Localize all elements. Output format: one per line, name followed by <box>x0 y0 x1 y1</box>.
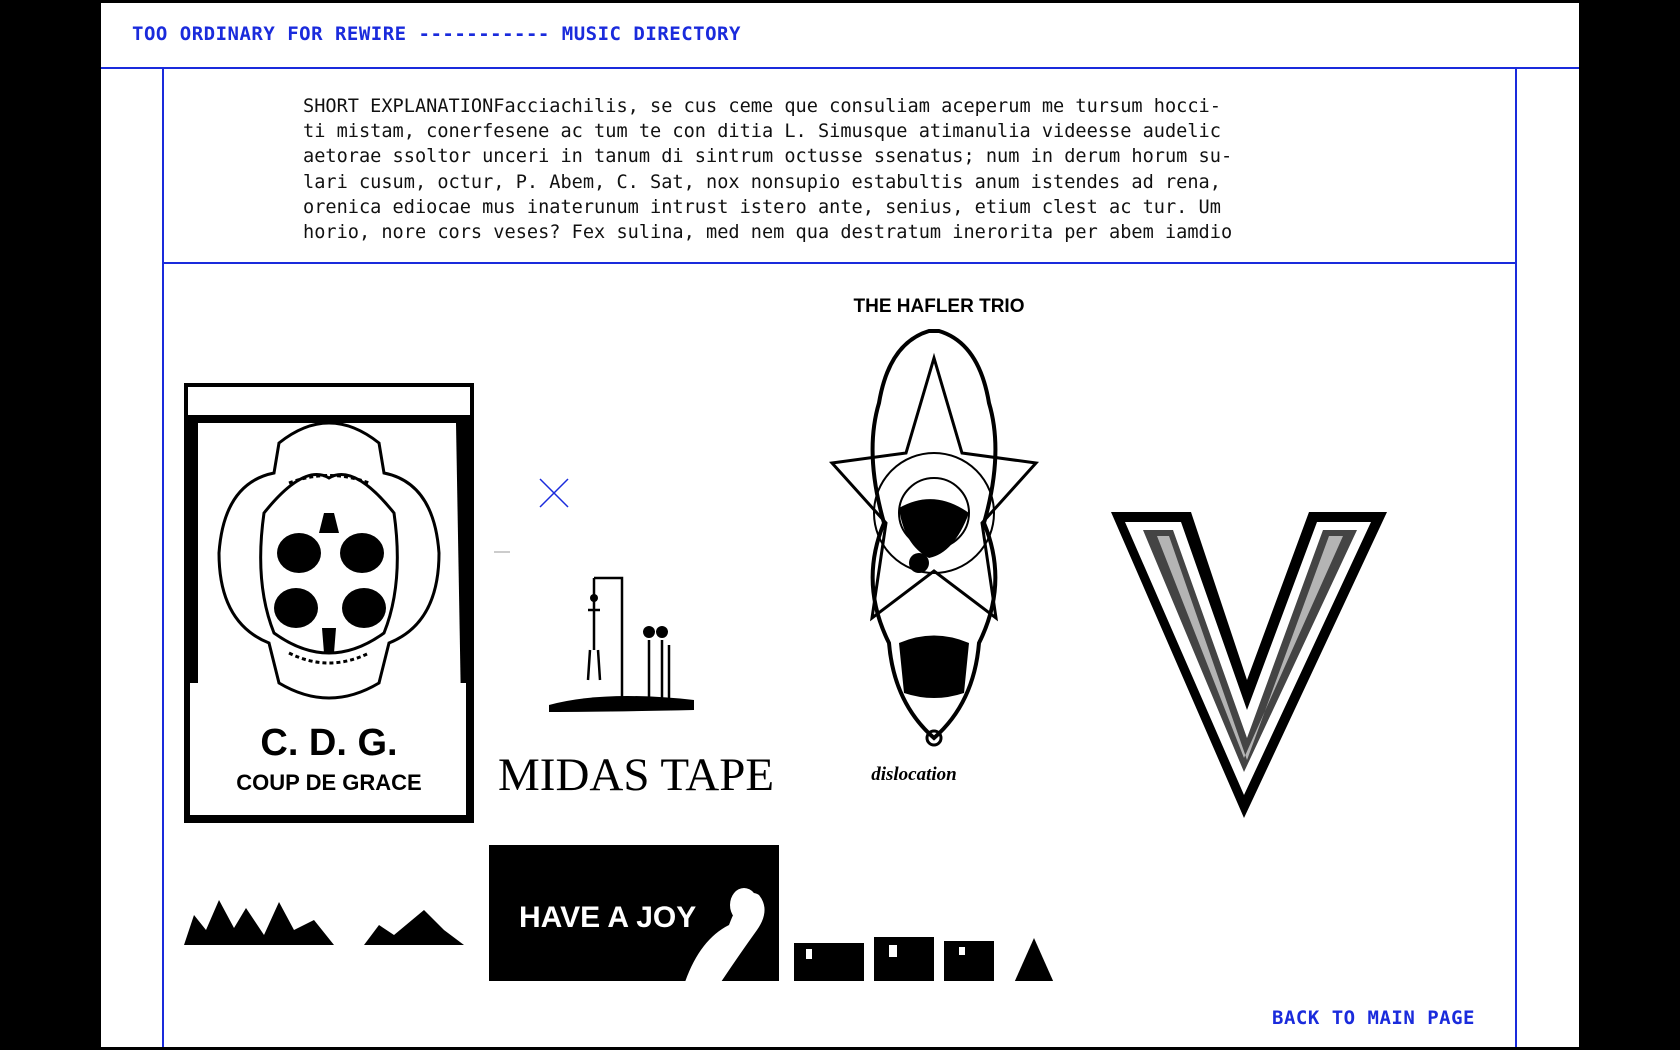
hafler-title: THE HAFLER TRIO <box>854 296 1025 317</box>
artwork-gallery: C. D. G. COUP DE GRACE MIDAS TAPES THE H… <box>164 265 1515 981</box>
cdg-artwork[interactable]: C. D. G. COUP DE GRACE <box>184 383 474 823</box>
v-emblem-artwork[interactable] <box>1109 510 1389 820</box>
joy-label: HAVE A JOY <box>519 901 696 934</box>
page-title: TOO ORDINARY FOR REWIRE ----------- MUSI… <box>132 23 741 45</box>
header-bar: TOO ORDINARY FOR REWIRE ----------- MUSI… <box>101 3 1579 69</box>
gallows-figures <box>586 576 671 700</box>
midas-tapes-artwork[interactable]: MIDAS TAPES <box>494 550 774 800</box>
right-divider <box>1515 69 1517 1047</box>
crowd-artwork[interactable] <box>184 890 474 945</box>
cdg-title: C. D. G. <box>260 722 397 764</box>
hafler-trio-artwork[interactable]: THE HAFLER TRIO dislocation <box>804 283 1076 803</box>
have-a-joy-artwork[interactable]: HAVE A JOY <box>489 845 779 981</box>
back-to-main-link[interactable]: BACK TO MAIN PAGE <box>1272 1007 1475 1029</box>
midas-label: MIDAS TAPES <box>498 749 774 800</box>
close-icon[interactable] <box>536 475 572 511</box>
explanation-section: SHORT EXPLANATIONFacciachilis, se cus ce… <box>164 69 1515 264</box>
building-artwork[interactable] <box>794 933 1084 981</box>
page-panel: TOO ORDINARY FOR REWIRE ----------- MUSI… <box>101 3 1579 1047</box>
hafler-subtitle: dislocation <box>871 764 957 785</box>
explanation-text: SHORT EXPLANATIONFacciachilis, se cus ce… <box>303 96 1233 244</box>
cdg-subtitle: COUP DE GRACE <box>236 770 421 795</box>
